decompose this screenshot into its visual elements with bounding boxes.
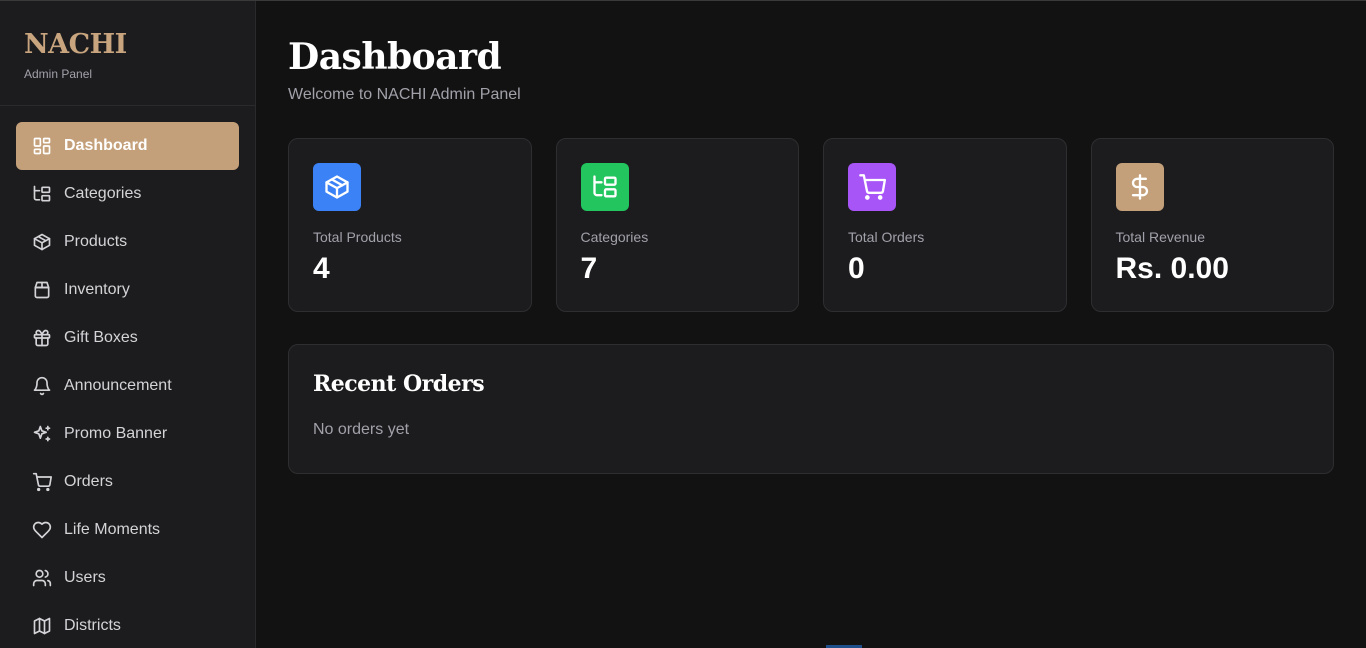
sidebar-item-categories[interactable]: Categories	[16, 170, 239, 218]
brand-subtitle: Admin Panel	[24, 67, 93, 81]
sidebar-item-inventory[interactable]: Inventory	[16, 266, 239, 314]
sidebar-item-products[interactable]: Products	[16, 218, 239, 266]
users-icon	[32, 568, 52, 588]
stat-label: Categories	[580, 229, 649, 245]
sidebar-item-users[interactable]: Users	[16, 554, 239, 602]
sidebar-item-life-moments[interactable]: Life Moments	[16, 506, 239, 554]
stat-label: Total Orders	[848, 229, 925, 245]
stat-value: 0	[848, 252, 865, 285]
page-subtitle: Welcome to NACHI Admin Panel	[288, 86, 521, 103]
package-icon	[313, 163, 361, 211]
sidebar-item-promo-banner[interactable]: Promo Banner	[16, 410, 239, 458]
sidebar-item-label: Gift Boxes	[64, 329, 138, 346]
stat-card-categories: Categories 7	[555, 138, 799, 312]
page-title: Dashboard	[288, 36, 502, 78]
sidebar-item-label: Dashboard	[64, 137, 148, 154]
stat-card-total-orders: Total Orders 0	[823, 138, 1067, 312]
sidebar-item-dashboard[interactable]: Dashboard	[16, 122, 239, 170]
stat-label: Total Products	[313, 229, 402, 245]
cart-icon	[32, 472, 52, 492]
brand: NACHI Admin Panel	[0, 1, 255, 106]
heart-icon	[32, 520, 52, 540]
archive-icon	[32, 280, 52, 300]
stat-card-total-products: Total Products 4	[288, 138, 532, 312]
stat-value: Rs. 0.00	[1115, 252, 1229, 285]
package-icon	[32, 232, 52, 252]
stat-label: Total Revenue	[1115, 229, 1206, 245]
sidebar-item-districts[interactable]: Districts	[16, 602, 239, 648]
bell-icon	[32, 376, 52, 396]
sidebar: NACHI Admin Panel Dashboard Categories P…	[0, 1, 256, 648]
admin-app: NACHI Admin Panel Dashboard Categories P…	[0, 0, 1366, 648]
stat-value: 4	[313, 252, 330, 285]
sidebar-item-label: Users	[64, 569, 106, 586]
stat-card-total-revenue: Total Revenue Rs. 0.00	[1090, 138, 1334, 312]
sidebar-item-announcement[interactable]: Announcement	[16, 362, 239, 410]
sidebar-item-label: Life Moments	[64, 521, 161, 538]
folder-tree-icon	[32, 184, 52, 204]
gift-icon	[32, 328, 52, 348]
sidebar-item-label: Categories	[64, 185, 142, 202]
folder-tree-icon	[580, 163, 629, 211]
recent-orders-panel: Recent Orders No orders yet	[288, 344, 1334, 474]
sidebar-item-orders[interactable]: Orders	[16, 458, 239, 506]
dollar-icon	[1115, 163, 1164, 211]
main-content: Dashboard Welcome to NACHI Admin Panel T…	[288, 1, 1334, 474]
recent-orders-empty: No orders yet	[313, 421, 410, 438]
map-icon	[32, 616, 52, 636]
sidebar-item-label: Districts	[64, 617, 121, 634]
dashboard-icon	[32, 136, 52, 156]
stats-row: Total Products 4 Categories 7 Total Orde…	[288, 138, 1334, 312]
sidebar-item-label: Products	[64, 233, 128, 250]
sidebar-item-label: Orders	[64, 473, 113, 490]
stat-value: 7	[580, 252, 598, 285]
sidebar-item-gift-boxes[interactable]: Gift Boxes	[16, 314, 239, 362]
sidebar-item-label: Inventory	[64, 281, 130, 298]
brand-name[interactable]: NACHI	[24, 29, 231, 61]
cart-icon	[848, 163, 896, 211]
sidebar-item-label: Promo Banner	[64, 425, 168, 442]
sidebar-nav: Dashboard Categories Products Inventory	[0, 106, 255, 648]
recent-orders-title: Recent Orders	[313, 371, 485, 397]
sparkles-icon	[32, 424, 52, 444]
sidebar-item-label: Announcement	[64, 377, 172, 394]
